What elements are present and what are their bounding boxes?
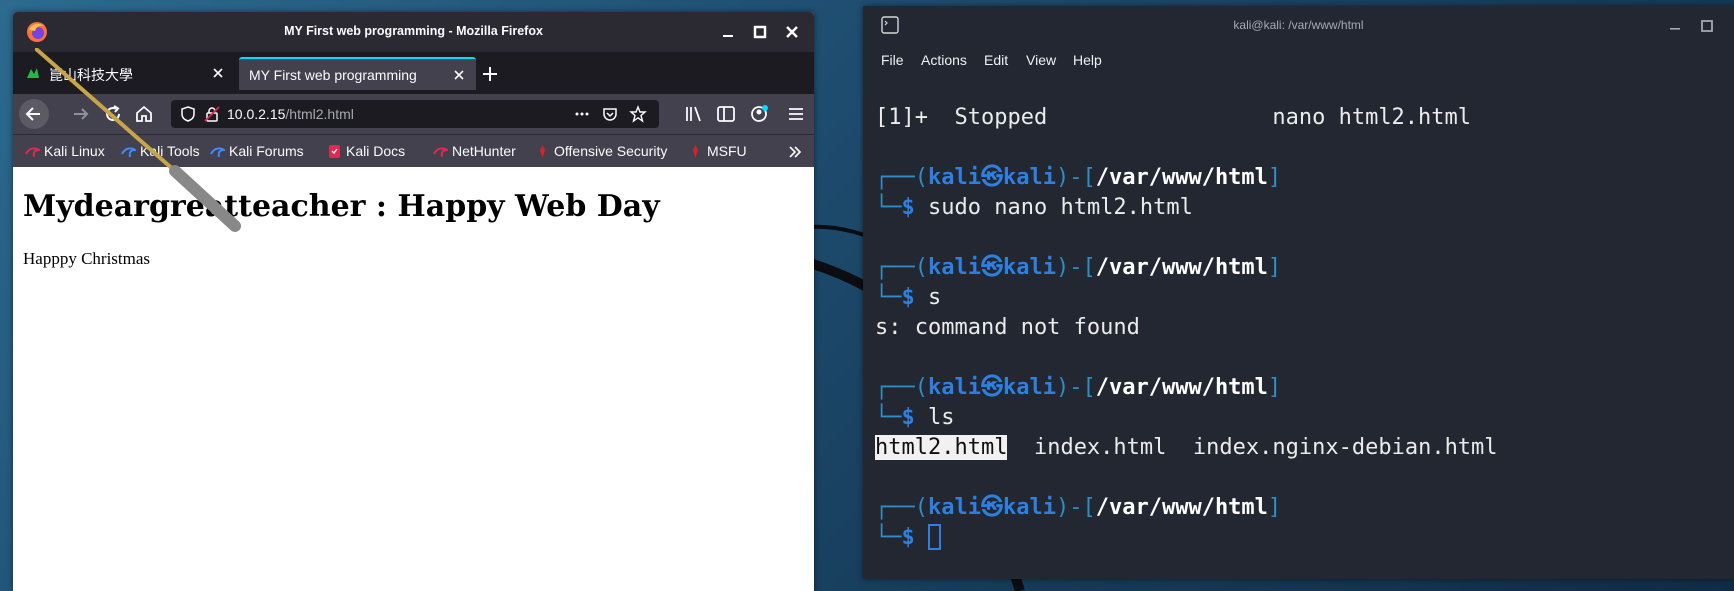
- back-arrow-icon: [25, 107, 40, 121]
- forward-button[interactable]: [68, 101, 94, 127]
- terminal-title: kali@kali: /var/www/html: [1233, 18, 1364, 32]
- command-line: └─$ s: [875, 285, 942, 310]
- bookmark-label: Kali Docs: [346, 143, 406, 159]
- sidebar-icon: [717, 106, 735, 122]
- kali-dragon-icon: [25, 147, 40, 158]
- selected-file: html2.html: [875, 435, 1008, 460]
- library-button[interactable]: [681, 101, 707, 127]
- close-tab-icon[interactable]: [452, 68, 466, 82]
- minimize-icon[interactable]: [1667, 18, 1683, 34]
- bookmark-label: Kali Linux: [44, 143, 105, 159]
- prompt-line: ┌──(kali㉿kali)-[/var/www/html]: [875, 495, 1282, 520]
- stopped-job-line: [1]+ Stopped nano html2.html: [875, 105, 1472, 130]
- bookmarks-overflow-chevron-icon[interactable]: [786, 143, 804, 161]
- close-icon: [786, 26, 798, 38]
- kali-dragon-icon: [433, 147, 448, 158]
- firefox-window: MY First web programming - Mozilla Firef…: [13, 12, 814, 591]
- university-favicon-icon: [27, 68, 39, 78]
- bookmarks-toolbar: Kali Linux Kali Tools Kali Forums Kali D…: [13, 134, 814, 167]
- offsec-icon: [693, 145, 698, 158]
- text-cursor: [928, 523, 941, 550]
- url-host: 10.0.2.15: [227, 106, 286, 122]
- page-heading: Mydeargreatteacher : Happy Web Day: [23, 189, 660, 224]
- maximize-icon: [753, 25, 767, 39]
- bookmark-label: NetHunter: [452, 143, 516, 159]
- navigation-toolbar: 10.0.2.15/html2.html: [13, 94, 814, 134]
- terminal-titlebar: kali@kali: /var/www/html: [863, 6, 1734, 44]
- new-tab-icon[interactable]: [481, 65, 499, 83]
- output-line: s: command not found: [875, 315, 1140, 340]
- tab-label: MY First web programming: [249, 67, 417, 83]
- bookmark-label: Kali Tools: [140, 143, 200, 159]
- maximize-button[interactable]: [748, 20, 772, 44]
- terminal-menubar: File Actions Edit View Help: [863, 44, 1734, 76]
- tab-label: 崑山科技大學: [49, 67, 133, 83]
- command-line: └─$ sudo nano html2.html: [875, 195, 1193, 220]
- kali-dragon-icon: [121, 147, 136, 158]
- bookmark-label: Kali Forums: [229, 143, 304, 159]
- ls-output-line: html2.html index.html index.nginx-debian…: [875, 435, 1498, 460]
- menu-help[interactable]: Help: [1073, 52, 1102, 68]
- home-button[interactable]: [131, 101, 157, 127]
- tab-active[interactable]: MY First web programming: [239, 57, 476, 90]
- prompt-line: ┌──(kali㉿kali)-[/var/www/html]: [875, 255, 1282, 280]
- command-line: └─$: [875, 523, 941, 552]
- forward-arrow-icon: [74, 108, 89, 120]
- command-line: └─$ ls: [875, 405, 955, 430]
- window-title: MY First web programming - Mozilla Firef…: [284, 24, 543, 38]
- close-window-button[interactable]: [780, 20, 804, 44]
- account-icon: [751, 105, 768, 122]
- page-actions-icon[interactable]: [573, 105, 591, 123]
- offsec-icon: [540, 145, 545, 158]
- minimize-icon: [723, 35, 733, 37]
- insecure-lock-icon[interactable]: [203, 105, 221, 123]
- account-button[interactable]: [746, 101, 772, 127]
- bookmark-star-icon[interactable]: [629, 105, 647, 123]
- menu-file[interactable]: File: [881, 52, 904, 68]
- menu-view[interactable]: View: [1026, 52, 1056, 68]
- bookmark-label: Offensive Security: [554, 143, 668, 159]
- pocket-icon[interactable]: [601, 105, 619, 123]
- back-button[interactable]: [19, 99, 49, 129]
- prompt-line: ┌──(kali㉿kali)-[/var/www/html]: [875, 375, 1282, 400]
- menu-button[interactable]: [783, 101, 809, 127]
- url-text[interactable]: 10.0.2.15/html2.html: [227, 106, 354, 122]
- firefox-titlebar: MY First web programming - Mozilla Firef…: [13, 12, 814, 52]
- page-paragraph: Happpy Christmas: [23, 249, 151, 268]
- hamburger-menu-icon: [789, 108, 803, 120]
- home-icon: [136, 105, 152, 122]
- minimize-button[interactable]: [716, 20, 740, 44]
- maximize-icon[interactable]: [1699, 18, 1715, 34]
- sidebar-button[interactable]: [713, 101, 739, 127]
- bookmark-label: MSFU: [707, 143, 747, 159]
- docs-icon: [329, 145, 340, 158]
- terminal-output[interactable]: [1]+ Stopped nano html2.html ┌──(kali㉿ka…: [875, 102, 1730, 572]
- kali-dragon-icon: [210, 147, 225, 158]
- shield-icon[interactable]: [179, 105, 197, 123]
- terminal-window: kali@kali: /var/www/html File Actions Ed…: [863, 6, 1734, 579]
- menu-actions[interactable]: Actions: [921, 52, 967, 68]
- tab-strip: 崑山科技大學 MY First web programming: [13, 52, 814, 94]
- tab-kuas[interactable]: 崑山科技大學: [15, 57, 235, 90]
- close-tab-icon[interactable]: [211, 66, 225, 80]
- reload-button[interactable]: [100, 101, 126, 127]
- menu-edit[interactable]: Edit: [984, 52, 1008, 68]
- page-content: Mydeargreatteacher : Happy Web Day Happp…: [13, 167, 814, 591]
- prompt-line: ┌──(kali㉿kali)-[/var/www/html]: [875, 165, 1282, 190]
- reload-icon: [106, 105, 120, 121]
- url-bar[interactable]: 10.0.2.15/html2.html: [171, 100, 659, 128]
- library-icon: [686, 106, 701, 122]
- url-path: /html2.html: [285, 106, 354, 122]
